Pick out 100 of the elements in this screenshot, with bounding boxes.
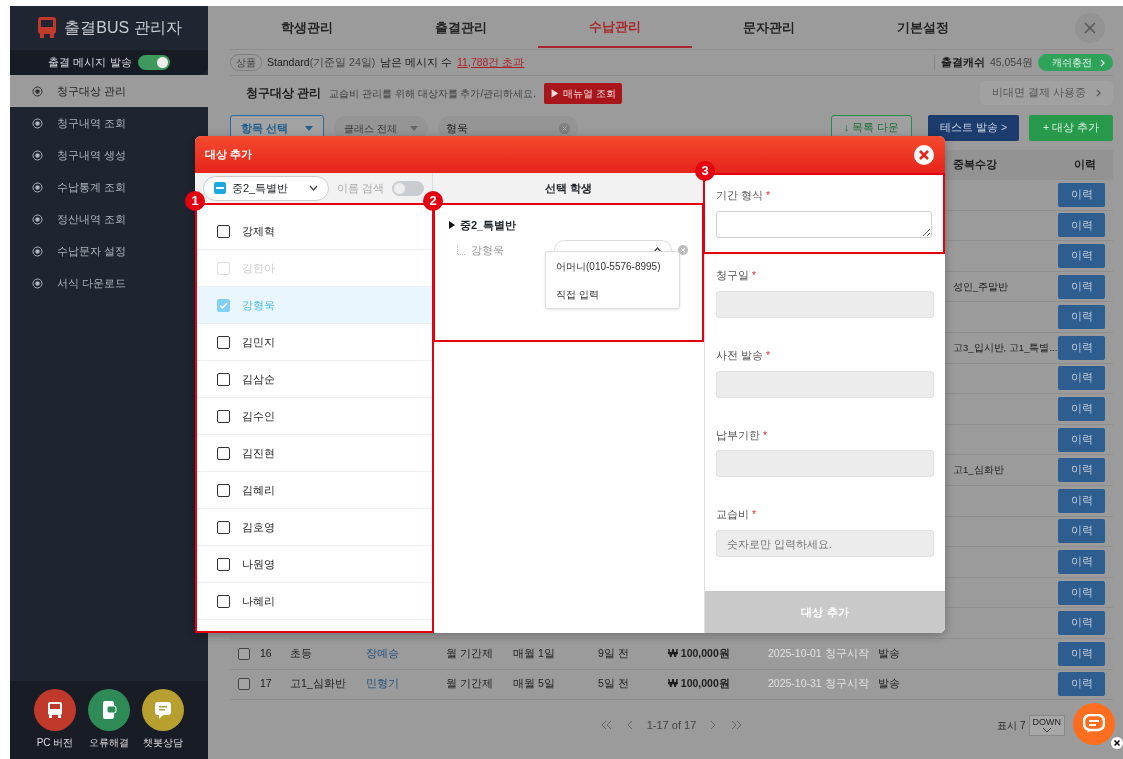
close-button[interactable] bbox=[1075, 12, 1105, 43]
nav-tab[interactable]: 학생관리 bbox=[230, 7, 384, 48]
table-cell: 매월 5일 bbox=[513, 677, 555, 690]
checkbox[interactable] bbox=[217, 409, 230, 423]
last-page-icon[interactable] bbox=[731, 720, 744, 731]
checkbox[interactable] bbox=[217, 224, 230, 238]
nav-tab[interactable]: 문자관리 bbox=[692, 7, 846, 48]
history-button[interactable]: 이력 bbox=[1058, 244, 1105, 268]
history-button[interactable]: 이력 bbox=[1058, 335, 1105, 360]
field-label: 사전 발송 bbox=[716, 348, 763, 361]
checkbox[interactable] bbox=[217, 594, 230, 608]
remaining-link[interactable]: 11,788건 초과 bbox=[457, 54, 525, 71]
callout-number: 1 bbox=[185, 191, 205, 211]
history-button[interactable]: 이력 bbox=[1058, 641, 1105, 666]
radio-icon bbox=[32, 245, 43, 257]
close-icon bbox=[1084, 21, 1096, 34]
sidebar-item[interactable]: 청구내역 조회 bbox=[10, 107, 133, 139]
student-list-item[interactable]: 강제혁 bbox=[197, 213, 432, 250]
history-button[interactable]: 이력 bbox=[1058, 396, 1105, 421]
history-button[interactable]: 이력 bbox=[1058, 366, 1105, 391]
page-range: 1-17 of 17 bbox=[646, 717, 697, 733]
page-title: 청구대상 관리 bbox=[246, 85, 322, 102]
required-mark: * bbox=[752, 508, 757, 521]
column-heading: 선택 학생 bbox=[544, 180, 593, 196]
payment-status-button[interactable]: 비대면 결제 사용중 bbox=[980, 81, 1113, 105]
sidebar-item[interactable]: 수납통계 조회 bbox=[10, 171, 133, 203]
sidebar-item[interactable]: 서식 다운로드 bbox=[10, 267, 133, 299]
checkbox[interactable] bbox=[217, 446, 230, 460]
shortcut-label: PC 버전 bbox=[36, 736, 74, 750]
table-cell: 고3_입시반, 고1_특별... bbox=[953, 341, 1058, 353]
tree-group[interactable]: 중2_특별반 bbox=[449, 217, 517, 234]
table-cell: 9일 전 bbox=[598, 646, 629, 659]
history-button[interactable]: 이력 bbox=[1058, 580, 1105, 605]
checkbox[interactable] bbox=[217, 520, 230, 534]
cash-label: 출결캐쉬 bbox=[933, 54, 985, 71]
add-target-button[interactable]: + 대상 추가 bbox=[1029, 115, 1113, 141]
student-name-link[interactable]: 장예승 bbox=[366, 646, 399, 659]
checkbox[interactable] bbox=[217, 372, 230, 386]
table-cell: 매월 1일 bbox=[513, 646, 555, 659]
nav-tab[interactable]: 수납관리 bbox=[538, 6, 692, 49]
history-button[interactable]: 이력 bbox=[1058, 488, 1105, 513]
shortcut-button[interactable] bbox=[142, 689, 184, 731]
history-button[interactable]: 이력 bbox=[1058, 213, 1105, 238]
checkbox[interactable] bbox=[217, 483, 230, 497]
table-cell: 발송 bbox=[878, 677, 900, 690]
radio-icon bbox=[32, 149, 43, 161]
history-button[interactable]: 이력 bbox=[1058, 611, 1105, 636]
student-list-item[interactable]: 김호영 bbox=[197, 509, 432, 546]
name-search-toggle[interactable] bbox=[392, 180, 424, 196]
shortcut-button[interactable] bbox=[88, 689, 130, 731]
cash-charge-button[interactable]: 캐쉬충전 bbox=[1038, 54, 1113, 71]
manual-button[interactable]: ▶ 매뉴얼 조회 bbox=[544, 82, 622, 104]
table-cell: 2025-10-31 청구시작 bbox=[768, 677, 869, 690]
history-button[interactable]: 이력 bbox=[1058, 519, 1105, 544]
history-button[interactable]: 이력 bbox=[1058, 182, 1105, 207]
checkbox[interactable] bbox=[217, 557, 230, 571]
history-button[interactable]: 이력 bbox=[1058, 305, 1105, 330]
student-list-item[interactable]: 김민지 bbox=[197, 324, 432, 361]
nav-tab[interactable]: 출결관리 bbox=[384, 7, 538, 48]
student-list-item[interactable]: 김혜리 bbox=[197, 472, 432, 509]
history-button[interactable]: 이력 bbox=[1058, 458, 1105, 483]
checkbox[interactable] bbox=[217, 335, 230, 349]
page-description: 교습비 관리를 위해 대상자를 추가/관리하세요. bbox=[329, 86, 536, 101]
student-list-item[interactable]: 나혜리 bbox=[197, 583, 432, 620]
next-page-icon[interactable] bbox=[710, 720, 718, 731]
history-button[interactable]: 이력 bbox=[1058, 427, 1105, 452]
history-button[interactable]: 이력 bbox=[1058, 549, 1105, 574]
sidebar-item[interactable]: 청구내역 생성 bbox=[10, 139, 133, 171]
radio-icon bbox=[32, 117, 43, 129]
first-page-icon[interactable] bbox=[599, 720, 612, 731]
table-cell: 월 기간제 bbox=[446, 677, 493, 690]
student-name-link[interactable]: 민형기 bbox=[366, 677, 399, 690]
student-list-item[interactable]: 김삼순 bbox=[197, 361, 432, 398]
table-cell: 17 bbox=[260, 677, 272, 690]
sidebar-item[interactable]: 정산내역 조회 bbox=[10, 203, 133, 235]
required-mark: * bbox=[763, 428, 768, 441]
row-checkbox[interactable] bbox=[238, 647, 250, 660]
dropdown-option[interactable]: 직접 입력 bbox=[546, 280, 671, 308]
close-icon[interactable] bbox=[1111, 737, 1123, 749]
student-list-item[interactable]: 김진현 bbox=[197, 435, 432, 472]
dropdown-option[interactable]: 어머니(010-5576-8995) bbox=[546, 252, 671, 280]
sidebar-item[interactable]: 수납문자 설정 bbox=[10, 235, 133, 267]
required-mark: * bbox=[765, 348, 770, 361]
prev-page-icon[interactable] bbox=[625, 720, 633, 731]
triangle-icon bbox=[449, 221, 455, 230]
shortcut-button[interactable] bbox=[34, 689, 76, 731]
test-send-button[interactable]: 테스트 발송 > bbox=[928, 115, 1020, 141]
toggle-switch[interactable] bbox=[137, 55, 170, 70]
chat-icon bbox=[1083, 714, 1105, 734]
class-select[interactable]: 중2_특별반 bbox=[203, 175, 329, 201]
student-list-item[interactable]: 나원영 bbox=[197, 546, 432, 583]
nav-tab[interactable]: 기본설정 bbox=[846, 7, 1000, 48]
page-size-select[interactable]: DOWN bbox=[1028, 714, 1065, 736]
student-list-item[interactable]: 김수인 bbox=[197, 398, 432, 435]
required-mark: * bbox=[765, 189, 770, 201]
row-checkbox[interactable] bbox=[238, 678, 250, 691]
history-button[interactable]: 이력 bbox=[1058, 274, 1105, 299]
table-cell: 16 bbox=[260, 646, 272, 659]
history-button[interactable]: 이력 bbox=[1058, 672, 1105, 697]
sidebar-item[interactable]: 청구대상 관리 bbox=[10, 75, 208, 107]
